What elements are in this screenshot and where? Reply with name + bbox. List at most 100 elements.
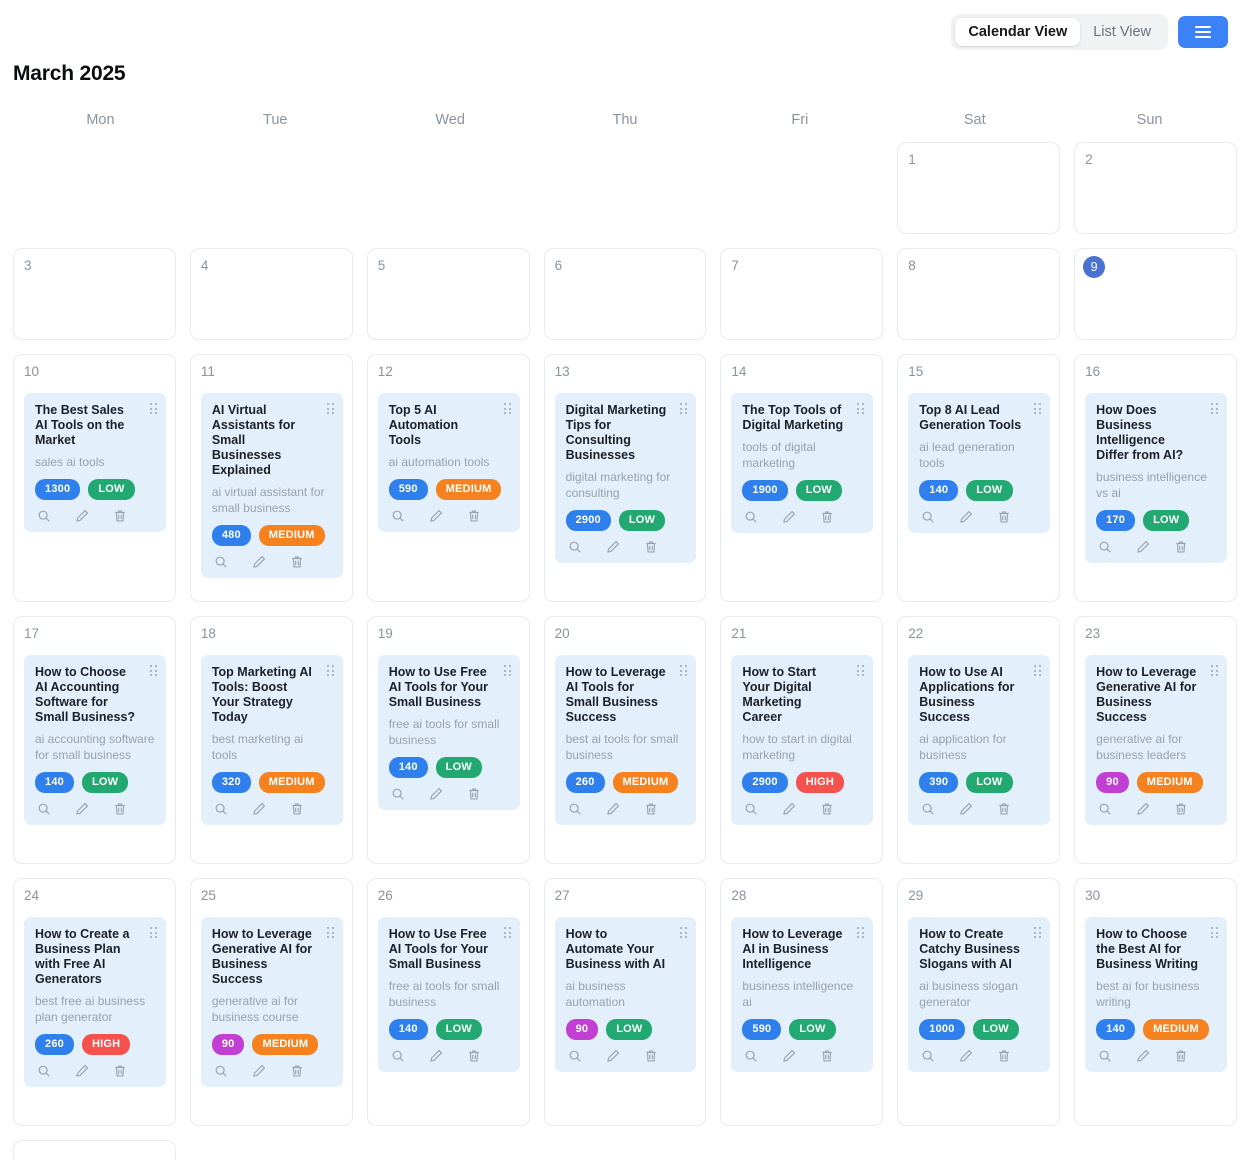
drag-handle-icon[interactable] (1034, 927, 1042, 938)
content-card[interactable]: Digital Marketing Tips for Consulting Bu… (554, 393, 697, 563)
content-card[interactable]: How to Leverage AI in Business Intellige… (731, 917, 874, 1072)
view-mode-toggle[interactable]: Calendar View List View (951, 13, 1168, 50)
search-icon[interactable] (1098, 1049, 1112, 1063)
calendar-day-cell[interactable]: 8 (897, 248, 1061, 340)
drag-handle-icon[interactable] (680, 927, 688, 938)
calendar-day-cell[interactable]: 21 How to Start Your Digital Marketing Ca… (720, 616, 884, 864)
trash-icon[interactable] (820, 1049, 834, 1063)
content-card[interactable]: How to Use AI Applications for Business … (908, 655, 1051, 825)
drag-handle-icon[interactable] (680, 403, 688, 414)
search-icon[interactable] (568, 1049, 582, 1063)
pencil-icon[interactable] (1136, 802, 1150, 816)
calendar-day-cell[interactable]: 1 (897, 142, 1061, 234)
search-icon[interactable] (214, 555, 228, 569)
trash-icon[interactable] (644, 540, 658, 554)
calendar-day-cell[interactable]: 19 How to Use Free AI Tools for Your Smal… (366, 616, 530, 864)
content-card[interactable]: How to Choose the Best AI for Business W… (1085, 917, 1227, 1072)
calendar-day-cell[interactable]: 15 Top 8 AI Lead Generation Tools ai lead … (897, 354, 1061, 602)
content-card[interactable]: How to Automate Your Business with AI ai … (554, 917, 697, 1072)
pencil-icon[interactable] (959, 1049, 973, 1063)
calendar-day-cell[interactable]: 3 (13, 248, 176, 340)
calendar-day-cell[interactable]: 24 How to Create a Business Plan with Fre… (13, 878, 176, 1126)
calendar-day-cell[interactable]: 11 AI Virtual Assistants for Small Busine… (189, 354, 353, 602)
search-icon[interactable] (37, 1064, 51, 1078)
trash-icon[interactable] (467, 509, 481, 523)
trash-icon[interactable] (644, 802, 658, 816)
search-icon[interactable] (921, 802, 935, 816)
drag-handle-icon[interactable] (326, 927, 334, 938)
calendar-day-cell[interactable]: 22 How to Use AI Applications for Busines… (897, 616, 1061, 864)
calendar-day-cell[interactable]: 6 (543, 248, 707, 340)
search-icon[interactable] (37, 509, 51, 523)
trash-icon[interactable] (113, 509, 127, 523)
content-card[interactable]: Top 8 AI Lead Generation Tools ai lead ge… (908, 393, 1051, 533)
trash-icon[interactable] (290, 1064, 304, 1078)
drag-handle-icon[interactable] (1211, 927, 1218, 938)
calendar-day-cell[interactable]: 16 How Does Business Intelligence Differ … (1074, 354, 1237, 602)
pencil-icon[interactable] (959, 510, 973, 524)
drag-handle-icon[interactable] (857, 927, 865, 938)
trash-icon[interactable] (1174, 802, 1188, 816)
drag-handle-icon[interactable] (503, 927, 511, 938)
trash-icon[interactable] (997, 510, 1011, 524)
pencil-icon[interactable] (75, 1064, 89, 1078)
trash-icon[interactable] (997, 802, 1011, 816)
calendar-day-cell[interactable]: 10 The Best Sales AI Tools on the Market s… (13, 354, 176, 602)
calendar-day-cell[interactable]: 17 How to Choose AI Accounting Software f… (13, 616, 176, 864)
content-card[interactable]: How Does Business Intelligence Differ fr… (1085, 393, 1227, 563)
trash-icon[interactable] (467, 787, 481, 801)
trash-icon[interactable] (290, 555, 304, 569)
calendar-day-cell[interactable] (13, 1140, 176, 1160)
calendar-day-cell[interactable]: 14 The Top Tools of Digital Marketing tool… (720, 354, 884, 602)
drag-handle-icon[interactable] (1034, 665, 1042, 676)
search-icon[interactable] (391, 787, 405, 801)
drag-handle-icon[interactable] (1211, 665, 1218, 676)
content-card[interactable]: Top 5 AI Automation Tools ai automation t… (377, 393, 520, 532)
pencil-icon[interactable] (252, 1064, 266, 1078)
pencil-icon[interactable] (1136, 540, 1150, 554)
calendar-day-cell[interactable]: 18 Top Marketing AI Tools: Boost Your Str… (189, 616, 353, 864)
drag-handle-icon[interactable] (326, 665, 334, 676)
search-icon[interactable] (744, 802, 758, 816)
pencil-icon[interactable] (606, 802, 620, 816)
search-icon[interactable] (214, 802, 228, 816)
pencil-icon[interactable] (252, 555, 266, 569)
trash-icon[interactable] (113, 802, 127, 816)
search-icon[interactable] (921, 510, 935, 524)
calendar-day-cell[interactable]: 26 How to Use Free AI Tools for Your Smal… (366, 878, 530, 1126)
search-icon[interactable] (744, 510, 758, 524)
content-card[interactable]: AI Virtual Assistants for Small Business… (200, 393, 343, 578)
trash-icon[interactable] (290, 802, 304, 816)
tab-calendar-view[interactable]: Calendar View (955, 17, 1081, 46)
calendar-day-cell[interactable]: 9 (1074, 248, 1237, 340)
content-card[interactable]: How to Use Free AI Tools for Your Small … (377, 917, 520, 1072)
content-card[interactable]: Top Marketing AI Tools: Boost Your Strat… (200, 655, 343, 825)
search-icon[interactable] (568, 802, 582, 816)
trash-icon[interactable] (1174, 540, 1188, 554)
drag-handle-icon[interactable] (149, 403, 157, 414)
pencil-icon[interactable] (429, 509, 443, 523)
search-icon[interactable] (214, 1064, 228, 1078)
trash-icon[interactable] (997, 1049, 1011, 1063)
pencil-icon[interactable] (606, 540, 620, 554)
pencil-icon[interactable] (782, 1049, 796, 1063)
trash-icon[interactable] (113, 1064, 127, 1078)
search-icon[interactable] (391, 509, 405, 523)
content-card[interactable]: How to Leverage Generative AI for Busine… (1085, 655, 1227, 825)
calendar-day-cell[interactable]: 23 How to Leverage Generative AI for Busi… (1074, 616, 1237, 864)
search-icon[interactable] (1098, 540, 1112, 554)
drag-handle-icon[interactable] (503, 665, 511, 676)
hamburger-menu-button[interactable] (1178, 15, 1228, 48)
drag-handle-icon[interactable] (326, 403, 334, 414)
tab-list-view[interactable]: List View (1080, 18, 1164, 46)
pencil-icon[interactable] (252, 802, 266, 816)
pencil-icon[interactable] (782, 510, 796, 524)
calendar-day-cell[interactable]: 25 How to Leverage Generative AI for Busi… (189, 878, 353, 1126)
content-card[interactable]: How to Use Free AI Tools for Your Small … (377, 655, 520, 810)
calendar-day-cell[interactable]: 5 (366, 248, 530, 340)
content-card[interactable]: How to Create Catchy Business Slogans wi… (908, 917, 1051, 1072)
search-icon[interactable] (391, 1049, 405, 1063)
search-icon[interactable] (921, 1049, 935, 1063)
pencil-icon[interactable] (75, 509, 89, 523)
pencil-icon[interactable] (606, 1049, 620, 1063)
